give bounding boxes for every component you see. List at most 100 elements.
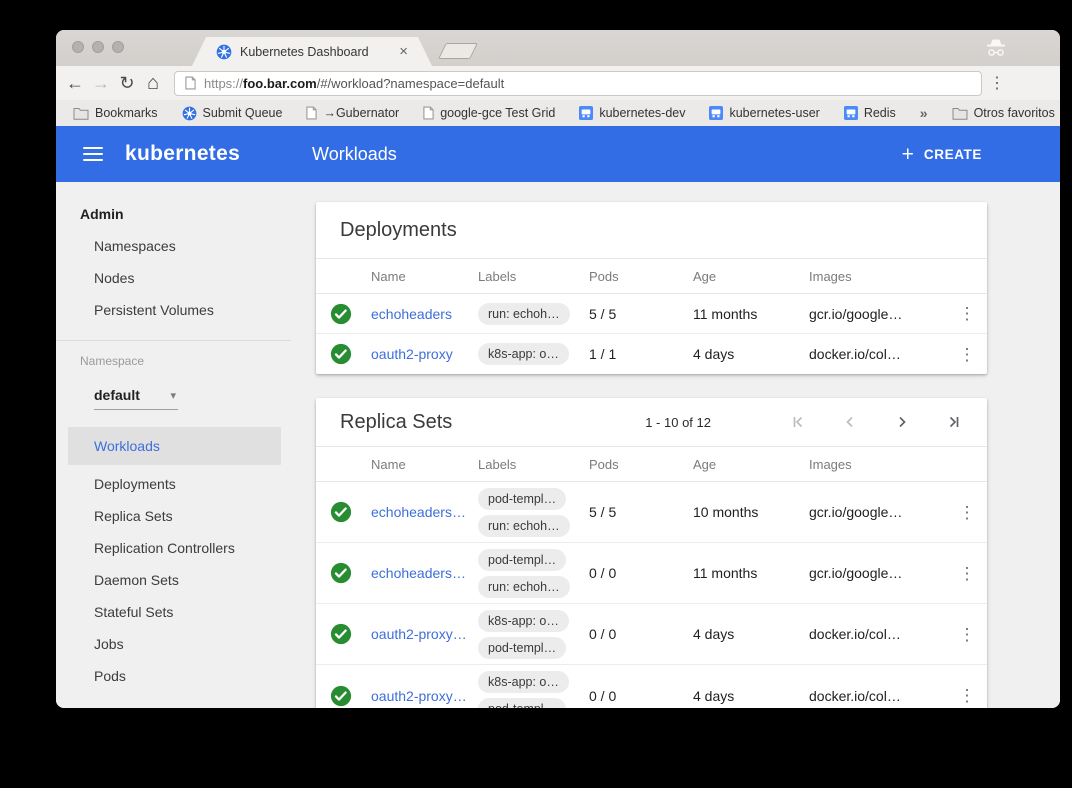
actions-cell: ⋮ (947, 626, 987, 643)
age-cell: 10 months (693, 504, 809, 520)
resource-link[interactable]: oauth2-proxy… (371, 626, 467, 642)
resource-link[interactable]: echoheaders (371, 306, 452, 322)
sidebar-item-replication-controllers[interactable]: Replication Controllers (56, 532, 291, 564)
back-button[interactable]: ← (62, 74, 88, 92)
label-chip: pod-templ… (478, 698, 566, 708)
success-check-icon (330, 685, 352, 707)
column-header-pods: Pods (589, 269, 693, 284)
bookmark-label: Submit Queue (203, 106, 283, 120)
resource-link[interactable]: oauth2-proxy (371, 346, 453, 362)
column-header-images: Images (809, 269, 947, 284)
column-header-images: Images (809, 457, 947, 472)
row-menu-icon[interactable]: ⋮ (959, 565, 976, 582)
actions-cell: ⋮ (947, 346, 987, 363)
column-header-name: Name (371, 457, 478, 472)
actions-cell: ⋮ (947, 504, 987, 521)
bookmark-label: google-gce Test Grid (440, 106, 555, 120)
bookmark-label: Bookmarks (95, 106, 158, 120)
row-menu-icon[interactable]: ⋮ (959, 687, 976, 704)
table-row: oauth2-proxy… k8s-app: o… pod-templ… 0 /… (316, 665, 987, 708)
sidebar-item-nodes[interactable]: Nodes (56, 262, 291, 294)
browser-window: Kubernetes Dashboard × ← → ↻ ⌂ https://f… (56, 30, 1060, 708)
success-check-icon (330, 303, 352, 325)
close-tab-icon[interactable]: × (399, 44, 408, 59)
sidebar-item-daemon-sets[interactable]: Daemon Sets (56, 564, 291, 596)
namespace-label: Namespace (56, 349, 291, 373)
label-chip: pod-templ… (478, 488, 566, 510)
sidebar-item-namespaces[interactable]: Namespaces (56, 230, 291, 262)
table-header: Name Labels Pods Age Images (316, 258, 987, 294)
bookmark-folder-bookmarks[interactable]: Bookmarks (73, 106, 158, 120)
actions-cell: ⋮ (947, 305, 987, 322)
page-icon (423, 106, 434, 120)
folder-icon (73, 107, 89, 120)
sidebar-item-workloads[interactable]: Workloads (68, 427, 281, 465)
groups-icon (844, 106, 858, 120)
chevron-down-icon: ▾ (170, 389, 176, 402)
bookmark-redis[interactable]: Redis (844, 106, 896, 120)
forward-button[interactable]: → (88, 74, 114, 92)
main-content: Deployments Name Labels Pods Age Images … (291, 182, 1060, 708)
bookmark-label: Redis (864, 106, 896, 120)
label-chip: pod-templ… (478, 549, 566, 571)
age-cell: 4 days (693, 346, 809, 362)
sidebar-item-pods[interactable]: Pods (56, 660, 291, 692)
browser-tab[interactable]: Kubernetes Dashboard × (192, 37, 432, 66)
bookmark-submit-queue[interactable]: Submit Queue (182, 106, 283, 121)
row-menu-icon[interactable]: ⋮ (959, 346, 976, 363)
bookmark-folder-otros-favoritos[interactable]: Otros favoritos (952, 106, 1055, 120)
sidebar-item-persistent-volumes[interactable]: Persistent Volumes (56, 294, 291, 326)
pods-cell: 5 / 5 (589, 306, 693, 322)
last-page-icon[interactable] (945, 413, 963, 431)
images-cell: gcr.io/google… (809, 504, 947, 520)
row-menu-icon[interactable]: ⋮ (959, 305, 976, 322)
next-page-icon[interactable] (893, 413, 911, 431)
row-menu-icon[interactable]: ⋮ (959, 504, 976, 521)
first-page-icon[interactable] (789, 413, 807, 431)
resource-link[interactable]: oauth2-proxy… (371, 688, 467, 704)
minimize-window-button[interactable] (92, 41, 104, 53)
sidebar-item-admin[interactable]: Admin (56, 198, 291, 230)
plus-icon: + (902, 144, 914, 165)
card-title: Deployments (340, 219, 457, 242)
card-title-row: Deployments (316, 202, 987, 258)
browser-titlebar: Kubernetes Dashboard × (56, 30, 1060, 66)
column-header-labels: Labels (478, 269, 589, 284)
name-cell: echoheaders… (371, 565, 478, 581)
namespace-select[interactable]: default ▾ (94, 381, 178, 410)
actions-cell: ⋮ (947, 687, 987, 704)
age-cell: 11 months (693, 565, 809, 581)
images-cell: gcr.io/google… (809, 306, 947, 322)
status-cell (316, 685, 371, 707)
zoom-window-button[interactable] (112, 41, 124, 53)
bookmark-kubernetes-user[interactable]: kubernetes-user (709, 106, 819, 120)
close-window-button[interactable] (72, 41, 84, 53)
browser-menu-icon[interactable]: ⋮ (982, 73, 1012, 93)
hamburger-menu-icon[interactable] (83, 147, 103, 161)
reload-button[interactable]: ↻ (114, 74, 140, 92)
row-menu-icon[interactable]: ⋮ (959, 626, 976, 643)
window-controls (72, 41, 124, 53)
address-bar[interactable]: https://foo.bar.com/#/workload?namespace… (174, 71, 982, 96)
sidebar-item-replica-sets[interactable]: Replica Sets (56, 500, 291, 532)
bookmark-kubernetes-dev[interactable]: kubernetes-dev (579, 106, 685, 120)
resource-link[interactable]: echoheaders… (371, 565, 466, 581)
sidebar-item-stateful-sets[interactable]: Stateful Sets (56, 596, 291, 628)
status-cell (316, 623, 371, 645)
images-cell: docker.io/col… (809, 688, 947, 704)
bookmark-gubernator[interactable]: →Gubernator (306, 106, 399, 120)
sidebar-item-jobs[interactable]: Jobs (56, 628, 291, 660)
sidebar-item-deployments[interactable]: Deployments (56, 468, 291, 500)
bookmarks-overflow-icon[interactable]: » (920, 105, 928, 121)
labels-cell: k8s-app: o… (478, 343, 589, 365)
create-button[interactable]: + CREATE (902, 144, 982, 165)
resource-link[interactable]: echoheaders… (371, 504, 466, 520)
previous-page-icon[interactable] (841, 413, 859, 431)
new-tab-button[interactable] (438, 43, 478, 59)
table-row: echoheaders… pod-templ… run: echoh… 5 / … (316, 482, 987, 543)
label-chip: run: echoh… (478, 303, 570, 325)
name-cell: oauth2-proxy… (371, 626, 478, 642)
tab-title: Kubernetes Dashboard (240, 45, 399, 59)
home-button[interactable]: ⌂ (140, 73, 166, 93)
bookmark-google-gce-test-grid[interactable]: google-gce Test Grid (423, 106, 555, 120)
